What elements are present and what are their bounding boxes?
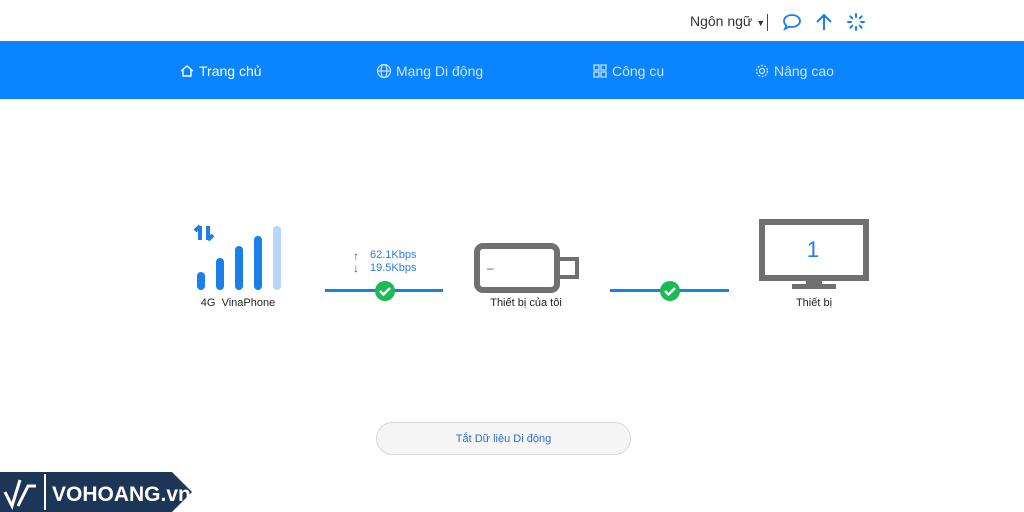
nav-tools[interactable]: Công cụ xyxy=(592,63,664,79)
nav-label: Trang chủ xyxy=(199,63,262,79)
nav-mobile-network[interactable]: Mạng Di động xyxy=(376,63,483,79)
network-label: 4G VinaPhone xyxy=(200,297,276,309)
svg-text:–: – xyxy=(487,261,494,275)
client-count: 1 xyxy=(806,237,820,262)
top-bar: Ngôn ngữ ▼ xyxy=(0,0,1024,41)
upload-arrow-icon[interactable] xyxy=(814,12,834,32)
home-icon xyxy=(180,65,194,77)
device-label: Thiết bị của tôi xyxy=(490,297,562,309)
download-icon: ↓ xyxy=(353,261,359,275)
language-dropdown[interactable]: Ngôn ngữ ▼ xyxy=(690,13,765,29)
signal-strength-icon xyxy=(194,224,281,290)
gear-icon xyxy=(755,64,769,78)
nav-home[interactable]: Trang chủ xyxy=(179,63,262,79)
nav-label: Công cụ xyxy=(612,63,665,79)
language-label: Ngôn ngữ xyxy=(690,13,753,29)
download-speed: 19.5Kbps xyxy=(370,262,417,274)
check-icon xyxy=(660,281,680,301)
nav-label: Nâng cao xyxy=(774,63,834,79)
globe-icon xyxy=(376,63,392,79)
divider xyxy=(767,14,768,31)
clients-label: Thiết bị xyxy=(795,297,833,309)
upload-speed: 62.1Kbps xyxy=(370,249,417,261)
main-nav: Trang chủ Mạng Di động Công cụ Nâng cao xyxy=(0,41,1024,99)
nav-advanced[interactable]: Nâng cao xyxy=(754,63,834,79)
loading-spinner-icon xyxy=(847,13,865,31)
nav-label: Mạng Di động xyxy=(396,63,484,79)
disable-mobile-data-button[interactable]: Tắt Dữ liệu Di động xyxy=(376,422,631,455)
vohoang-watermark-logo: VOHOANG.vn xyxy=(0,472,192,512)
caret-down-icon: ▼ xyxy=(756,18,766,28)
check-icon xyxy=(375,281,395,301)
usb-modem-icon: – xyxy=(474,243,579,293)
chat-icon[interactable] xyxy=(782,12,802,32)
svg-text:VOHOANG.vn: VOHOANG.vn xyxy=(52,483,191,506)
grid-icon xyxy=(593,64,607,78)
